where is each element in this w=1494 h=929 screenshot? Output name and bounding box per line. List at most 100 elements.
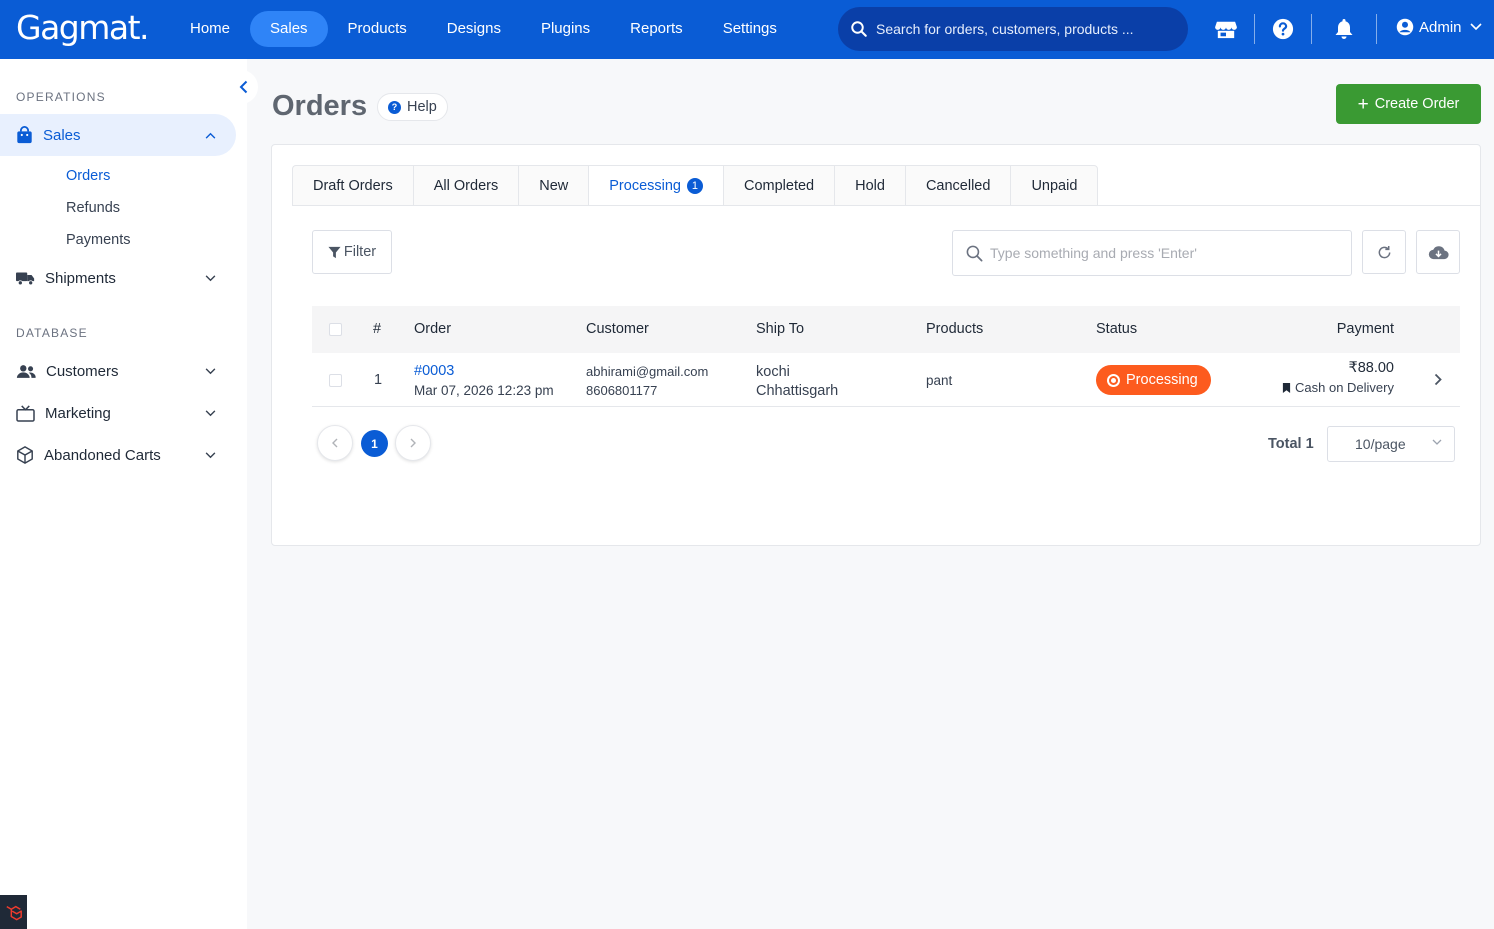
help-icon[interactable] <box>1271 17 1295 41</box>
tab-completed[interactable]: Completed <box>722 165 835 206</box>
sidebar-subitem-payments[interactable]: Payments <box>66 232 130 248</box>
sidebar-subitem-orders[interactable]: Orders <box>66 168 110 184</box>
bell-icon[interactable] <box>1332 17 1356 41</box>
sidebar-item-abandoned-carts[interactable]: Abandoned Carts <box>0 434 236 476</box>
column-header-number: # <box>373 321 382 337</box>
create-order-button[interactable]: + Create Order <box>1336 84 1481 124</box>
cloud-download-icon <box>1428 245 1449 259</box>
nav-products[interactable]: Products <box>328 11 427 47</box>
cube-icon <box>17 446 33 464</box>
tab-hold[interactable]: Hold <box>834 165 905 206</box>
sidebar-item-label: Abandoned Carts <box>44 446 161 464</box>
tab-cancelled[interactable]: Cancelled <box>904 165 1011 206</box>
payment-method-label: Cash on Delivery <box>1295 380 1394 395</box>
tab-processing[interactable]: Processing 1 <box>588 165 723 206</box>
refresh-icon <box>1378 245 1390 258</box>
select-all-checkbox[interactable] <box>329 323 342 336</box>
user-menu[interactable]: Admin <box>1396 18 1482 36</box>
page-number-1[interactable]: 1 <box>361 430 388 457</box>
sidebar: OPERATIONS Sales Orders Refunds Payments… <box>0 59 247 929</box>
sidebar-item-customers[interactable]: Customers <box>0 350 236 392</box>
global-search-input[interactable] <box>876 21 1176 37</box>
refresh-button[interactable] <box>1362 230 1406 274</box>
orders-card: Draft Orders All Orders New Processing 1… <box>271 144 1481 546</box>
nav-plugins[interactable]: Plugins <box>521 11 610 47</box>
row-checkbox[interactable] <box>329 374 342 387</box>
section-title-database: DATABASE <box>16 326 88 340</box>
nav-home[interactable]: Home <box>170 11 250 47</box>
divider <box>1254 14 1255 44</box>
tab-unpaid[interactable]: Unpaid <box>1010 165 1099 206</box>
user-circle-icon <box>1396 18 1414 36</box>
table-search-input[interactable] <box>990 245 1340 261</box>
column-header-status: Status <box>1096 321 1138 337</box>
tab-label: Processing <box>609 177 681 194</box>
ship-city: kochi <box>756 364 790 380</box>
tab-new[interactable]: New <box>518 165 589 206</box>
sidebar-item-marketing[interactable]: Marketing <box>0 392 236 434</box>
status-badge[interactable]: Processing <box>1096 365 1211 395</box>
shopping-bag-icon <box>17 126 32 144</box>
filter-button[interactable]: Filter <box>312 230 392 274</box>
table-search <box>952 230 1352 276</box>
total-count: Total 1 <box>1268 436 1314 452</box>
chevron-left-icon <box>332 438 338 448</box>
column-header-customer: Customer <box>586 321 649 337</box>
main-nav: Home Sales Products Designs Plugins Repo… <box>170 11 797 47</box>
table-row[interactable]: 1 #0003 Mar 07, 2026 12:23 pm abhirami@g… <box>312 353 1460 407</box>
count-badge: 1 <box>686 177 703 194</box>
question-icon: ? <box>388 100 401 114</box>
prev-page-button[interactable] <box>317 425 353 461</box>
debugbar-logo-icon[interactable] <box>0 895 27 929</box>
nav-reports[interactable]: Reports <box>610 11 703 47</box>
tab-all-orders[interactable]: All Orders <box>412 165 519 206</box>
create-order-label: Create Order <box>1374 96 1460 112</box>
chevron-down-icon <box>205 274 216 281</box>
global-search <box>838 7 1188 51</box>
sidebar-subitem-refunds[interactable]: Refunds <box>66 200 120 216</box>
section-title-operations: OPERATIONS <box>16 90 106 104</box>
bookmark-icon <box>1282 382 1291 393</box>
chevron-right-icon[interactable] <box>1434 373 1442 391</box>
ship-state: Chhattisgarh <box>756 383 839 399</box>
search-icon <box>966 245 983 261</box>
divider <box>1311 14 1312 44</box>
row-number: 1 <box>374 372 383 388</box>
radio-dot-icon <box>1107 373 1120 387</box>
chevron-down-icon <box>205 451 216 458</box>
order-status-tabs: Draft Orders All Orders New Processing 1… <box>292 165 1099 206</box>
sidebar-item-shipments[interactable]: Shipments <box>0 257 236 299</box>
filter-label: Filter <box>343 244 377 260</box>
next-page-button[interactable] <box>395 425 431 461</box>
chevron-right-icon <box>410 438 416 448</box>
help-label: Help <box>407 99 437 115</box>
filter-icon <box>328 246 341 258</box>
chevron-down-icon <box>205 409 216 416</box>
payment-method: Cash on Delivery <box>1282 380 1394 395</box>
sidebar-item-label: Shipments <box>45 269 116 287</box>
chevron-up-icon <box>205 132 216 139</box>
page-size-value: 10/page <box>1355 436 1406 452</box>
chevron-left-icon <box>239 80 247 94</box>
nav-designs[interactable]: Designs <box>427 11 521 47</box>
column-header-products: Products <box>926 321 984 337</box>
order-id-link[interactable]: #0003 <box>414 363 454 379</box>
sidebar-collapse-button[interactable] <box>228 70 258 104</box>
divider <box>1376 14 1377 44</box>
order-date: Mar 07, 2026 12:23 pm <box>414 383 554 398</box>
sidebar-item-sales[interactable]: Sales <box>0 114 236 156</box>
chevron-down-icon <box>1469 23 1482 31</box>
export-button[interactable] <box>1416 230 1460 274</box>
tab-draft-orders[interactable]: Draft Orders <box>292 165 413 206</box>
store-icon[interactable] <box>1214 17 1238 41</box>
help-button[interactable]: ? Help <box>377 93 448 121</box>
page-size-select[interactable]: 10/page <box>1327 426 1455 462</box>
customer-email: abhirami@gmail.com <box>586 364 709 379</box>
nav-sales[interactable]: Sales <box>250 11 328 47</box>
tabs-divider <box>292 205 1481 206</box>
products-cell: pant <box>926 373 953 388</box>
nav-settings[interactable]: Settings <box>703 11 797 47</box>
app-logo[interactable]: Gagmat. <box>16 8 150 47</box>
column-header-ship-to: Ship To <box>756 321 805 337</box>
users-icon <box>16 364 36 378</box>
